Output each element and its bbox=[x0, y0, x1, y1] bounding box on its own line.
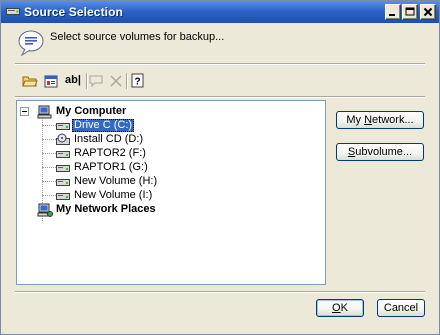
comment-button[interactable] bbox=[86, 71, 106, 91]
minimize-icon bbox=[389, 14, 395, 16]
instruction-text: Select source volumes for backup... bbox=[50, 31, 225, 43]
button-label-accel: N bbox=[364, 114, 373, 126]
help-button[interactable]: ? bbox=[128, 71, 148, 91]
separator bbox=[15, 96, 425, 98]
delete-button[interactable] bbox=[106, 71, 126, 91]
open-button[interactable] bbox=[20, 71, 40, 91]
button-label: My bbox=[346, 114, 365, 126]
ok-button[interactable]: OK bbox=[316, 299, 364, 317]
tree-connector bbox=[42, 139, 56, 140]
close-button[interactable] bbox=[420, 4, 436, 20]
title-bar[interactable]: Source Selection bbox=[1, 1, 439, 23]
hard-drive-icon bbox=[56, 179, 70, 186]
cancel-button[interactable]: Cancel bbox=[377, 299, 425, 317]
tree-connector bbox=[42, 181, 56, 182]
maximize-icon bbox=[405, 7, 415, 16]
tree-connector bbox=[42, 125, 56, 126]
tree-label: RAPTOR2 (F:) bbox=[74, 147, 146, 159]
button-label-accel: O bbox=[332, 302, 341, 314]
tree-connector bbox=[42, 195, 56, 196]
button-label: Cancel bbox=[383, 302, 419, 314]
tree-label: New Volume (I:) bbox=[74, 189, 153, 201]
tree-label: Drive C (C:) bbox=[72, 119, 135, 132]
help-bubble-icon bbox=[18, 30, 44, 57]
tree-label: My Network Places bbox=[56, 203, 156, 215]
maximize-button[interactable] bbox=[402, 4, 418, 20]
hard-drive-icon bbox=[56, 193, 70, 200]
separator bbox=[15, 63, 425, 65]
tree-label: New Volume (H:) bbox=[74, 175, 158, 187]
hard-drive-icon bbox=[56, 123, 70, 130]
my-network-button[interactable]: My Network... bbox=[336, 111, 424, 129]
tree-connector bbox=[42, 167, 56, 168]
svg-text:?: ? bbox=[134, 77, 140, 88]
tree-label: RAPTOR1 (G:) bbox=[74, 161, 148, 173]
tree-label: My Computer bbox=[56, 105, 127, 117]
button-label: etwork... bbox=[372, 114, 414, 126]
network-computer-icon bbox=[37, 203, 53, 217]
tree-connector bbox=[42, 153, 56, 154]
close-icon bbox=[423, 7, 433, 17]
hard-drive-icon bbox=[56, 151, 70, 158]
drive-icon bbox=[6, 8, 20, 15]
delete-icon bbox=[110, 75, 122, 87]
separator bbox=[15, 291, 425, 293]
button-label: ubvolume... bbox=[355, 146, 413, 158]
subvolume-button[interactable]: Subvolume... bbox=[336, 143, 424, 161]
comment-icon bbox=[89, 75, 103, 88]
properties-button[interactable] bbox=[41, 71, 61, 91]
cd-drive-icon bbox=[56, 133, 70, 145]
volume-tree[interactable]: My Computer Drive C (C:) Install CD (D:) bbox=[16, 100, 326, 285]
source-selection-dialog: Source Selection Select source volumes f… bbox=[0, 0, 440, 335]
minimize-button[interactable] bbox=[385, 4, 401, 20]
rename-icon: ab| bbox=[65, 74, 81, 86]
folder-open-icon bbox=[22, 76, 38, 87]
properties-icon bbox=[44, 75, 58, 88]
rename-button[interactable]: ab| bbox=[62, 71, 84, 91]
tree-label: Install CD (D:) bbox=[74, 133, 144, 145]
button-label: K bbox=[340, 302, 348, 314]
hard-drive-icon bbox=[56, 165, 70, 172]
window-title: Source Selection bbox=[24, 5, 123, 19]
collapse-toggle[interactable] bbox=[20, 107, 29, 116]
help-icon: ? bbox=[131, 73, 144, 88]
computer-icon bbox=[37, 105, 52, 119]
toolbar: ab| ? bbox=[16, 70, 424, 94]
